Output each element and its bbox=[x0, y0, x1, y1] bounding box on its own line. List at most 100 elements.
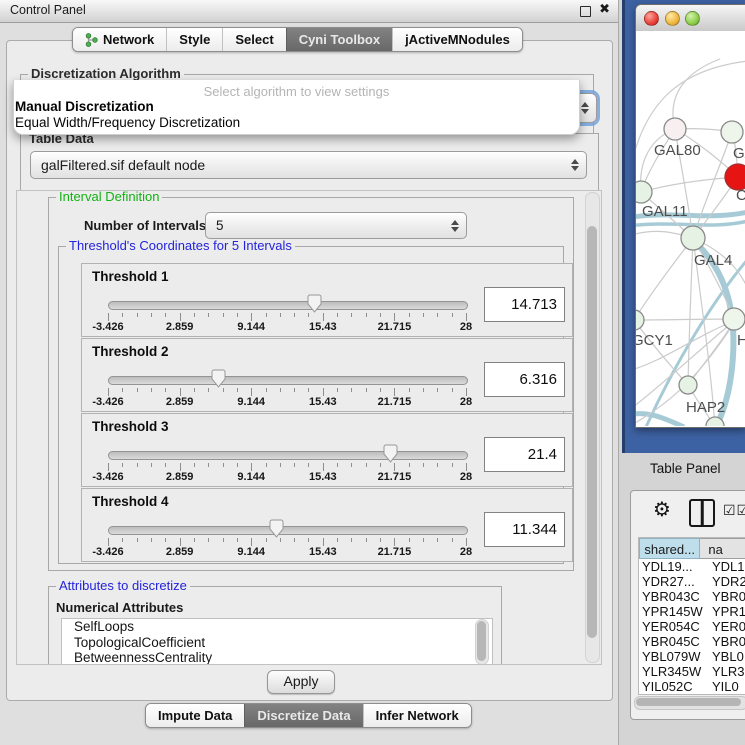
table-row[interactable]: YBL079WYBL0 bbox=[639, 649, 745, 664]
float-window-icon[interactable] bbox=[580, 6, 591, 17]
tick-mark bbox=[437, 388, 438, 392]
tab-infer-network[interactable]: Infer Network bbox=[363, 704, 471, 727]
scrollbar-thumb[interactable] bbox=[587, 226, 597, 638]
settings-scrollbar[interactable] bbox=[585, 192, 600, 663]
number-of-intervals-value: 5 bbox=[216, 218, 224, 233]
attribute-item[interactable]: TopologicalCoefficient bbox=[62, 635, 492, 651]
tick-mark bbox=[280, 313, 281, 317]
select-columns-checkboxes-icon[interactable]: ☑☑ bbox=[723, 503, 745, 519]
table-row[interactable]: YDR27...YDR2 bbox=[639, 574, 745, 589]
zoom-traffic-light[interactable] bbox=[685, 11, 700, 26]
minimize-traffic-light[interactable] bbox=[665, 11, 680, 26]
scale-label: 28 bbox=[460, 471, 472, 483]
apply-button[interactable]: Apply bbox=[267, 670, 335, 694]
table-row[interactable]: YDL19...YDL1 bbox=[639, 559, 745, 574]
tick-mark bbox=[380, 388, 381, 392]
table-row[interactable]: YBR043CYBR0 bbox=[639, 589, 745, 604]
column-header-1[interactable]: shared... bbox=[639, 538, 700, 559]
tab-style[interactable]: Style bbox=[166, 28, 222, 51]
slider-thumb[interactable] bbox=[306, 294, 323, 314]
table-data-combobox[interactable]: galFiltered.sif default node bbox=[30, 151, 587, 179]
network-view-window: GAL80GACGAL11GAL4GCY1HHAP2 bbox=[635, 4, 745, 428]
table-row[interactable]: YPR145WYPR1 bbox=[639, 604, 745, 619]
threshold-value-field[interactable]: 21.4 bbox=[484, 437, 565, 472]
network-node-gal4[interactable] bbox=[681, 226, 705, 250]
tab-impute-data[interactable]: Impute Data bbox=[146, 704, 244, 727]
network-window-titlebar bbox=[636, 5, 745, 32]
tab-cyni-toolbox[interactable]: Cyni Toolbox bbox=[286, 28, 392, 51]
tick-mark bbox=[108, 538, 109, 546]
attributes-list-scrollbar[interactable] bbox=[475, 619, 489, 665]
tab-jactivemnodules[interactable]: jActiveMNodules bbox=[392, 28, 522, 51]
close-icon[interactable]: ✖ bbox=[599, 2, 610, 17]
network-node-hap2[interactable] bbox=[679, 376, 697, 394]
popup-option-manual[interactable]: Manual Discretization bbox=[14, 99, 579, 115]
threshold-value-field[interactable]: 14.713 bbox=[484, 287, 565, 322]
cell-shared-name: YER054C bbox=[639, 619, 712, 634]
tick-mark bbox=[409, 388, 410, 392]
network-node-h[interactable] bbox=[723, 308, 745, 330]
control-panel-window: Control Panel ✖ NetworkStyleSelectCyni T… bbox=[0, 0, 619, 745]
attribute-item[interactable]: SelfLoops bbox=[62, 619, 492, 635]
threshold-panel: Threshold 3-3.4262.8599.14415.4321.71528… bbox=[81, 413, 573, 487]
close-traffic-light[interactable] bbox=[644, 11, 659, 26]
tick-mark bbox=[394, 313, 395, 321]
threshold-value-field[interactable]: 11.344 bbox=[484, 512, 565, 547]
tick-mark bbox=[452, 538, 453, 542]
tab-label: Impute Data bbox=[158, 708, 232, 723]
scale-label: 9.144 bbox=[237, 396, 265, 408]
tick-mark bbox=[122, 388, 123, 392]
slider-thumb[interactable] bbox=[268, 519, 285, 539]
tick-mark bbox=[180, 538, 181, 546]
table-row[interactable]: YLR345WYLR3 bbox=[639, 664, 745, 679]
slider-track[interactable] bbox=[108, 376, 468, 385]
tick-mark bbox=[409, 463, 410, 467]
tab-discretize-data[interactable]: Discretize Data bbox=[244, 704, 362, 727]
table-row[interactable]: YIL052CYIL0 bbox=[639, 679, 745, 694]
scrollbar-thumb[interactable] bbox=[477, 621, 486, 661]
slider-track[interactable] bbox=[108, 301, 468, 310]
table-row[interactable]: YER054CYER0 bbox=[639, 619, 745, 634]
node-label: C bbox=[736, 187, 745, 204]
columns-icon[interactable] bbox=[689, 499, 715, 527]
tab-select[interactable]: Select bbox=[222, 28, 285, 51]
tick-mark bbox=[208, 313, 209, 317]
table-horizontal-scrollbar[interactable] bbox=[634, 696, 745, 710]
tick-mark bbox=[366, 313, 367, 317]
scale-label: 21.715 bbox=[378, 396, 412, 408]
gear-icon[interactable]: ⚙ bbox=[653, 499, 671, 519]
table-row[interactable]: YBR045CYBR0 bbox=[639, 634, 745, 649]
numerical-attributes-list[interactable]: SelfLoopsTopologicalCoefficientBetweenne… bbox=[61, 618, 493, 665]
tick-mark bbox=[137, 388, 138, 392]
slider-track[interactable] bbox=[108, 526, 468, 535]
network-node-gal11[interactable] bbox=[636, 181, 652, 203]
network-node-gcy1[interactable] bbox=[636, 310, 644, 330]
node-label: GCY1 bbox=[636, 332, 673, 349]
slider-thumb[interactable] bbox=[382, 444, 399, 464]
tick-mark bbox=[394, 388, 395, 396]
tick-mark bbox=[194, 538, 195, 542]
attribute-item[interactable]: BetweennessCentrality bbox=[62, 650, 492, 665]
tick-mark bbox=[323, 313, 324, 321]
tick-mark bbox=[351, 463, 352, 467]
slider-track[interactable] bbox=[108, 451, 468, 460]
tick-mark bbox=[251, 313, 252, 321]
slider-thumb[interactable] bbox=[210, 369, 227, 389]
slider-scale: -3.4262.8599.14415.4321.71528 bbox=[108, 396, 466, 408]
network-canvas[interactable]: GAL80GACGAL11GAL4GCY1HHAP2 bbox=[636, 31, 745, 426]
control-panel-tabs: NetworkStyleSelectCyni ToolboxjActiveMNo… bbox=[72, 27, 523, 52]
tab-network[interactable]: Network bbox=[73, 28, 166, 51]
node-label: GAL4 bbox=[694, 252, 732, 269]
tick-mark bbox=[237, 538, 238, 542]
column-header-2[interactable]: na bbox=[700, 538, 745, 559]
popup-option-equal-width[interactable]: Equal Width/Frequency Discretization bbox=[14, 115, 579, 131]
scrollbar-thumb[interactable] bbox=[636, 698, 741, 706]
network-node-gal80[interactable] bbox=[664, 118, 686, 140]
tick-mark bbox=[151, 313, 152, 317]
scale-label: 15.43 bbox=[309, 321, 337, 333]
number-of-intervals-combobox[interactable]: 5 bbox=[205, 212, 467, 239]
threshold-value-field[interactable]: 6.316 bbox=[484, 362, 565, 397]
number-of-intervals-label: Number of Intervals bbox=[84, 218, 206, 233]
tick-mark bbox=[251, 463, 252, 471]
network-node-ga[interactable] bbox=[721, 121, 743, 143]
